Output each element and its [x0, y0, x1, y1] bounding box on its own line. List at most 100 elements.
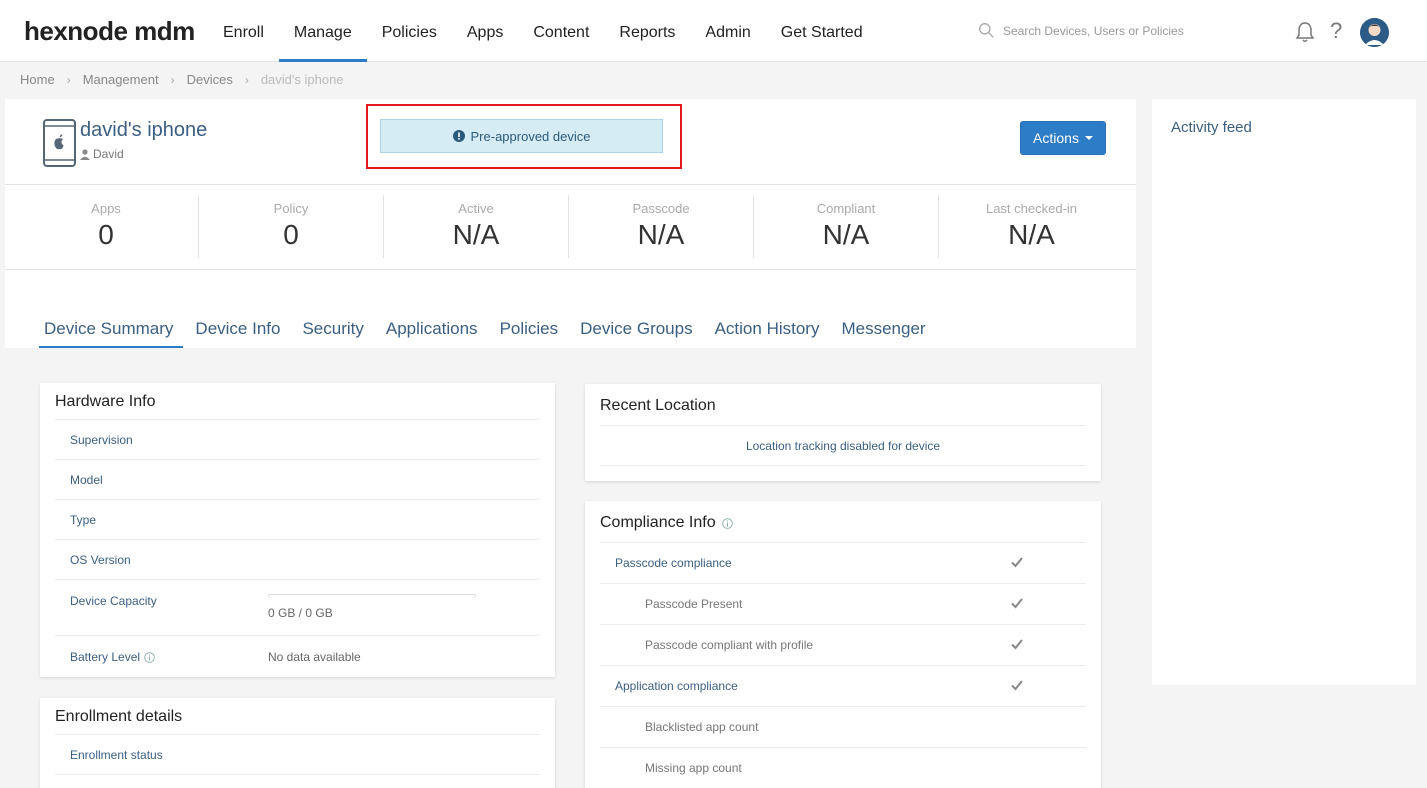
breadcrumb-devices[interactable]: Devices: [187, 72, 233, 87]
device-owner[interactable]: David: [80, 147, 124, 161]
activity-feed-title: Activity feed: [1171, 119, 1252, 136]
device-tabs: Device Summary Device Info Security Appl…: [39, 311, 943, 349]
stat-value: 0: [283, 219, 299, 250]
search-input[interactable]: [1003, 23, 1263, 38]
row-label: OS Version: [70, 552, 131, 567]
chevron-right-icon: ›: [66, 72, 71, 87]
capacity-value: 0 GB / 0 GB: [268, 606, 333, 620]
preapproved-text: Pre-approved device: [470, 128, 591, 144]
stat-label: Compliant: [816, 201, 876, 216]
tab-messenger[interactable]: Messenger: [836, 311, 935, 349]
tab-action-history[interactable]: Action History: [710, 311, 830, 349]
row-label: Passcode compliance: [615, 556, 732, 570]
row-label: Passcode compliant with profile: [645, 638, 814, 652]
compliance-row: Passcode compliant with profile: [600, 625, 1086, 666]
stat-label: Active: [458, 201, 494, 216]
enrollment-details-card: Enrollment details Enrollment status: [40, 698, 555, 788]
stat-value: N/A: [1008, 219, 1055, 250]
compliance-row: Missing app count: [600, 748, 1086, 788]
hardware-info-card: Hardware Info Supervision Model Type OS …: [40, 383, 555, 677]
breadcrumb-current: david's iphone: [260, 72, 344, 87]
capacity-meter: 0 GB / 0 GB: [268, 594, 476, 620]
stat-value: N/A: [452, 219, 500, 250]
device-name: david's iphone: [80, 119, 208, 141]
stat-last-checked-in: Last checked-in N/A: [939, 195, 1124, 258]
info-icon[interactable]: [144, 652, 155, 664]
nav-admin[interactable]: Admin: [690, 0, 765, 62]
search-icon[interactable]: [978, 22, 995, 39]
nav-get-started[interactable]: Get Started: [766, 0, 878, 62]
help-icon[interactable]: ?: [1330, 18, 1342, 44]
info-row: OS Version: [55, 540, 540, 580]
main-nav: Enroll Manage Policies Apps Content Repo…: [208, 0, 878, 62]
tab-policies[interactable]: Policies: [495, 311, 569, 349]
row-label: Application compliance: [615, 679, 738, 693]
row-label: Blacklisted app count: [645, 720, 759, 734]
stat-label: Policy: [273, 201, 309, 216]
card-title: Enrollment details: [55, 698, 540, 735]
stat-compliant: Compliant N/A: [754, 195, 939, 258]
tab-device-summary[interactable]: Device Summary: [39, 311, 184, 349]
notification-bell-icon[interactable]: [1294, 20, 1316, 44]
actions-dropdown-button[interactable]: Actions: [1020, 121, 1106, 155]
info-row-battery: Battery Level No data available: [55, 636, 540, 678]
row-label: Enrollment status: [70, 747, 163, 762]
ios-device-icon: [43, 119, 76, 167]
user-avatar[interactable]: [1360, 18, 1389, 47]
checkmark-icon: [1011, 639, 1023, 650]
hexnode-logo[interactable]: hexnode mdm: [24, 16, 195, 47]
stat-value: N/A: [822, 219, 870, 250]
card-title: Recent Location: [600, 384, 1086, 426]
chevron-right-icon: ›: [170, 72, 175, 87]
info-row: Type: [55, 500, 540, 540]
row-label: Model: [70, 472, 103, 487]
location-message: Location tracking disabled for device: [600, 426, 1086, 466]
summary-content: Hardware Info Supervision Model Type OS …: [5, 348, 1136, 788]
stat-label: Apps: [91, 201, 121, 216]
compliance-row: Application compliance: [600, 666, 1086, 707]
nav-apps[interactable]: Apps: [452, 0, 518, 62]
nav-reports[interactable]: Reports: [604, 0, 690, 62]
nav-manage[interactable]: Manage: [278, 0, 367, 62]
compliance-info-card: Compliance Info Passcode compliance Pass…: [585, 501, 1101, 788]
capacity-bar: [268, 594, 476, 597]
stat-apps[interactable]: Apps 0: [14, 195, 199, 258]
top-navbar: hexnode mdm Enroll Manage Policies Apps …: [0, 0, 1427, 62]
checkmark-icon: [1011, 598, 1023, 609]
device-detail-panel: david's iphone David Pre-approved device…: [5, 99, 1136, 788]
tab-applications[interactable]: Applications: [381, 311, 488, 349]
stat-label: Passcode: [632, 201, 690, 216]
info-row-capacity: Device Capacity 0 GB / 0 GB: [55, 580, 540, 636]
checkmark-icon: [1011, 557, 1023, 568]
stat-policy[interactable]: Policy 0: [199, 195, 384, 258]
row-label: Battery Level: [70, 650, 268, 664]
stat-value: N/A: [637, 219, 685, 250]
breadcrumb-home[interactable]: Home: [20, 72, 55, 87]
stat-active: Active N/A: [384, 195, 569, 258]
search-box: [978, 22, 1263, 39]
activity-feed-panel: Activity feed: [1152, 99, 1416, 685]
caret-down-icon: [1084, 136, 1093, 140]
breadcrumb-management[interactable]: Management: [83, 72, 159, 87]
nav-policies[interactable]: Policies: [367, 0, 452, 62]
chevron-right-icon: ›: [244, 72, 249, 87]
checkmark-icon: [1011, 680, 1023, 691]
actions-label: Actions: [1033, 130, 1079, 146]
info-row: Supervision: [55, 420, 540, 460]
tab-security[interactable]: Security: [297, 311, 373, 349]
stat-label: Last checked-in: [985, 201, 1078, 216]
nav-content[interactable]: Content: [518, 0, 604, 62]
info-icon[interactable]: [721, 517, 733, 529]
row-label: Device Capacity: [70, 594, 157, 608]
device-owner-name: David: [93, 147, 124, 161]
tab-device-info[interactable]: Device Info: [190, 311, 290, 349]
info-row: Model: [55, 460, 540, 500]
device-header: david's iphone David Pre-approved device…: [5, 99, 1136, 185]
row-label: Missing app count: [645, 761, 742, 775]
device-stats: Apps 0 Policy 0 Active N/A Passcode N/A …: [5, 185, 1136, 270]
nav-enroll[interactable]: Enroll: [208, 0, 279, 62]
row-label: Type: [70, 512, 97, 527]
card-title: Compliance Info: [600, 501, 1086, 543]
info-row: Enrollment status: [55, 735, 540, 775]
tab-device-groups[interactable]: Device Groups: [575, 311, 702, 349]
